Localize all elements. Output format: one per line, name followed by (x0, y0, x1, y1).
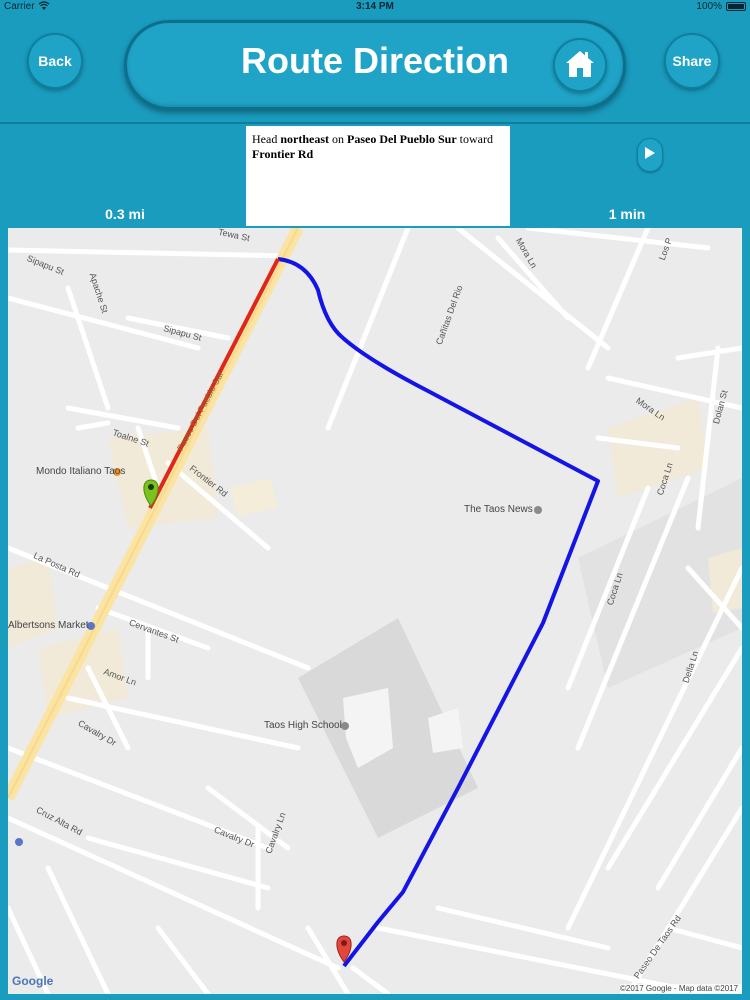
place-icon (15, 838, 23, 846)
instruction-text: Head northeast on Paseo Del Pueblo Sur t… (246, 126, 510, 226)
poi-label: Albertsons Market (8, 620, 89, 631)
status-bar: Carrier 3:14 PM 100% (0, 0, 750, 14)
route-line (277, 257, 600, 968)
google-logo: Google (12, 974, 54, 988)
step-duration: 1 min (608, 206, 646, 222)
instruction-part: Head (252, 132, 281, 146)
share-button[interactable]: Share (664, 33, 720, 89)
instruction-direction: northeast (280, 132, 329, 146)
poi-label: Taos High School (264, 720, 342, 731)
home-icon (564, 49, 596, 82)
building-icon (534, 506, 542, 514)
battery-icon (726, 2, 746, 11)
instruction-part: on (329, 132, 347, 146)
home-button[interactable] (553, 38, 607, 92)
step-distance: 0.3 mi (105, 206, 145, 222)
page-title: Route Direction (240, 40, 509, 81)
instruction-part: toward (456, 132, 493, 146)
commercial-area (230, 478, 278, 516)
bottom-border (0, 994, 750, 1000)
route-map[interactable]: Tewa St Sipapu St Apache St Sipapu St To… (8, 228, 742, 994)
direction-panel: Head northeast on Paseo Del Pueblo Sur t… (0, 124, 750, 228)
header-bar: Route Direction Back Share (0, 14, 750, 122)
main-road-line (8, 228, 299, 799)
map-attribution[interactable]: ©2017 Google - Map data ©2017 Google (620, 984, 742, 994)
play-arrow-icon (644, 146, 656, 165)
instruction-street: Paseo Del Pueblo Sur (347, 132, 457, 146)
poi-label: The Taos News (464, 504, 533, 515)
poi-label: Mondo Italiano Taos (36, 466, 126, 477)
app-root: Carrier 3:14 PM 100% Route Direction Bac… (0, 0, 750, 1000)
streets (8, 228, 742, 994)
commercial-area (8, 558, 58, 648)
map-canvas (8, 228, 742, 994)
status-time: 3:14 PM (356, 1, 394, 12)
school-icon (341, 722, 349, 730)
instruction-target-street: Frontier Rd (252, 147, 314, 161)
back-button[interactable]: Back (27, 33, 83, 89)
next-step-button[interactable] (637, 138, 663, 172)
battery-percent: 100% (696, 1, 722, 12)
